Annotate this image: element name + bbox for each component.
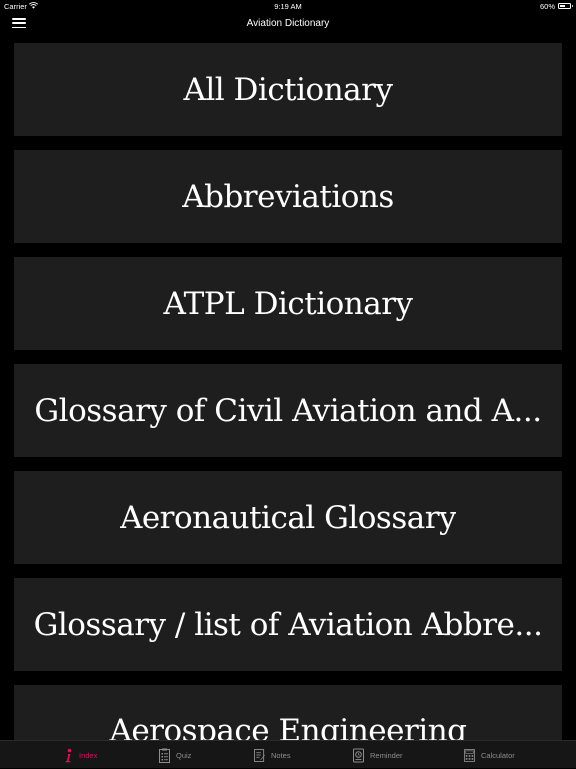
reminder-icon bbox=[353, 748, 364, 763]
tab-calculator[interactable]: Calculator bbox=[464, 741, 515, 769]
tab-label: Quiz bbox=[176, 750, 192, 760]
list-item-label: Aerospace Engineering bbox=[109, 713, 467, 740]
list-item-label: Aeronautical Glossary bbox=[119, 499, 457, 536]
list-item-label: Glossary of Civil Aviation and A... bbox=[34, 392, 542, 429]
info-icon bbox=[62, 748, 73, 763]
list-item-label: ATPL Dictionary bbox=[163, 285, 413, 322]
tab-index[interactable]: Index bbox=[62, 741, 97, 769]
dictionary-list[interactable]: All Dictionary Abbreviations ATPL Dictio… bbox=[0, 38, 576, 740]
list-item-aviation-abbreviations-glossary[interactable]: Glossary / list of Aviation Abbre... bbox=[14, 578, 562, 671]
tab-bar: Index Quiz Notes Reminder Calculator bbox=[0, 740, 576, 768]
tab-label: Calculator bbox=[481, 750, 515, 760]
clipboard-icon bbox=[159, 748, 170, 763]
page-title: Aviation Dictionary bbox=[246, 18, 330, 29]
navigation-bar: Aviation Dictionary bbox=[0, 12, 576, 38]
tab-quiz[interactable]: Quiz bbox=[159, 741, 191, 769]
battery-icon bbox=[558, 3, 573, 9]
list-item-aerospace-engineering[interactable]: Aerospace Engineering bbox=[14, 685, 562, 740]
list-item-glossary-civil-aviation[interactable]: Glossary of Civil Aviation and A... bbox=[14, 364, 562, 457]
tab-label: Index bbox=[79, 750, 98, 760]
list-item-aeronautical-glossary[interactable]: Aeronautical Glossary bbox=[14, 471, 562, 564]
tab-reminder[interactable]: Reminder bbox=[353, 741, 403, 769]
battery-percentage: 60% bbox=[539, 2, 555, 11]
status-time: 9:19 AM bbox=[274, 2, 302, 11]
status-bar: Carrier 9:19 AM 60% bbox=[0, 0, 576, 12]
tab-label: Reminder bbox=[370, 750, 403, 760]
list-item-atpl-dictionary[interactable]: ATPL Dictionary bbox=[14, 257, 562, 350]
list-item-all-dictionary[interactable]: All Dictionary bbox=[14, 43, 562, 136]
list-item-label: Glossary / list of Aviation Abbre... bbox=[33, 606, 543, 643]
calculator-icon bbox=[464, 748, 475, 763]
list-item-abbreviations[interactable]: Abbreviations bbox=[14, 150, 562, 243]
list-item-label: All Dictionary bbox=[183, 71, 393, 108]
tab-label: Notes bbox=[271, 750, 291, 760]
tab-notes[interactable]: Notes bbox=[254, 741, 291, 769]
list-item-label: Abbreviations bbox=[182, 178, 394, 215]
notes-icon bbox=[254, 748, 265, 763]
